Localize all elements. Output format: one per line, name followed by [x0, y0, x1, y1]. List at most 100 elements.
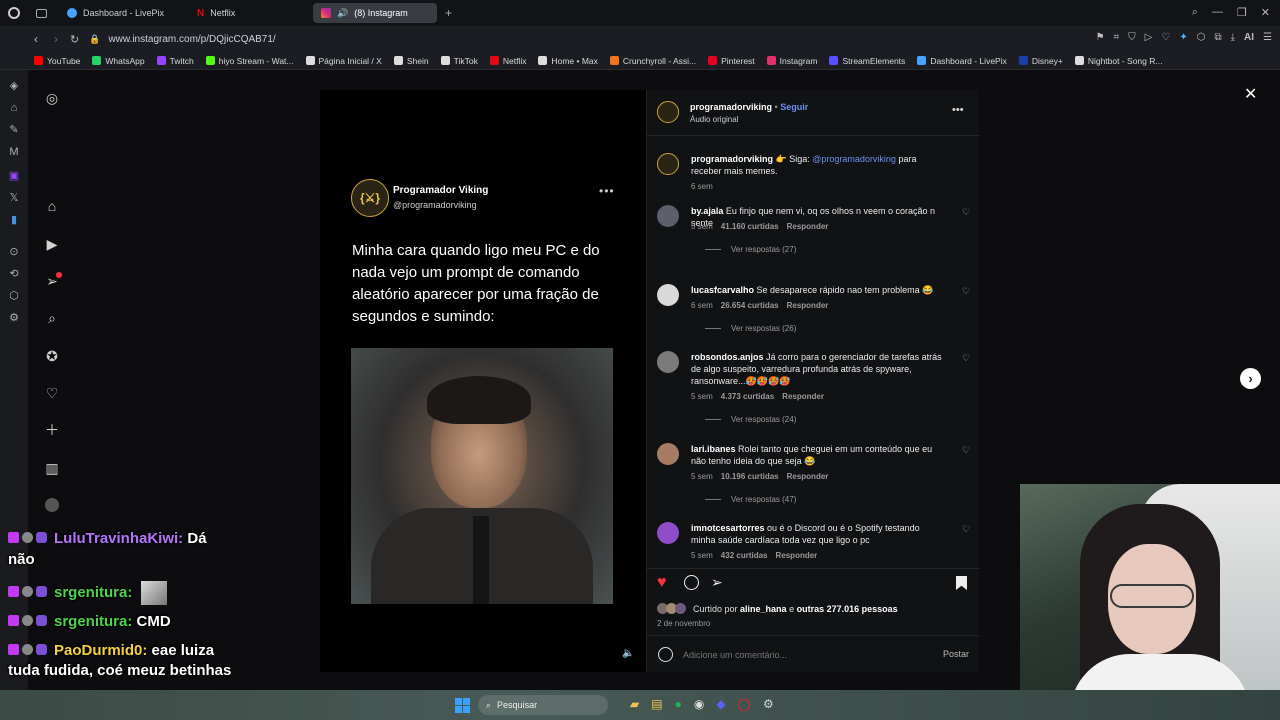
- extensions-sidebar-icon[interactable]: ⬡: [8, 290, 20, 302]
- close-window-icon[interactable]: ✕: [1261, 6, 1270, 19]
- author-avatar[interactable]: [657, 101, 679, 123]
- speaker-icon[interactable]: 🔊: [337, 8, 348, 19]
- save-bookmark-icon[interactable]: [956, 576, 967, 590]
- liked-others-link[interactable]: outras 277.016 pessoas: [797, 604, 898, 614]
- comment-likes[interactable]: 26.654 curtidas: [721, 301, 779, 310]
- comment-reply-button[interactable]: Responder: [787, 472, 829, 481]
- download-icon[interactable]: ⤓: [1231, 32, 1235, 43]
- bookmark-item[interactable]: Netflix: [489, 56, 526, 66]
- twitch-sidebar-icon[interactable]: ▣: [8, 170, 20, 182]
- bookmark-item[interactable]: StreamElements: [829, 56, 905, 66]
- search-icon[interactable]: ⌕: [44, 310, 60, 326]
- tab-instagram[interactable]: 🔊 (8) Instagram: [313, 3, 437, 23]
- next-post-button[interactable]: ›: [1240, 368, 1261, 389]
- comment-username[interactable]: by.ajala: [691, 206, 723, 216]
- player-sidebar-icon[interactable]: ⊙: [8, 246, 20, 258]
- comment-likes[interactable]: 4.373 curtidas: [721, 392, 774, 401]
- blue-app-icon[interactable]: ▮: [8, 214, 20, 226]
- comment-username[interactable]: imnotcesartorres: [691, 523, 765, 533]
- bookmark-item[interactable]: Nightbot - Song R...: [1074, 56, 1162, 66]
- comment-avatar[interactable]: [657, 351, 679, 373]
- caption-mention-link[interactable]: @programadorviking: [812, 154, 896, 164]
- bookmark-item[interactable]: WhatsApp: [92, 56, 145, 66]
- tab-netflix[interactable]: N Netflix: [189, 3, 309, 23]
- follow-button[interactable]: Seguir: [780, 102, 808, 112]
- workspaces-icon[interactable]: [36, 8, 47, 18]
- minimize-icon[interactable]: —: [1212, 6, 1223, 19]
- bookmark-item[interactable]: Dashboard - LivePix: [917, 56, 1007, 66]
- dashboard-icon[interactable]: ▥: [44, 460, 60, 476]
- x-sidebar-icon[interactable]: 𝕏: [8, 192, 20, 204]
- back-icon[interactable]: ‹: [34, 32, 38, 46]
- share-icon[interactable]: ➢: [711, 574, 723, 591]
- view-replies-button[interactable]: Ver respostas (24): [705, 415, 796, 424]
- comment-username[interactable]: lucasfcarvalho: [691, 285, 754, 295]
- url-field[interactable]: www.instagram.com/p/DQjicCQAB71/: [108, 34, 275, 45]
- comment-username[interactable]: robsondos.anjos: [691, 352, 764, 362]
- caption-username[interactable]: programadorviking: [691, 154, 773, 164]
- comment-likes[interactable]: 10.196 curtidas: [721, 472, 779, 481]
- comment-like-icon[interactable]: ♡: [962, 207, 970, 218]
- comment-likes[interactable]: 41.160 curtidas: [721, 222, 779, 231]
- comment-like-icon[interactable]: ♡: [962, 524, 970, 535]
- bookmark-item[interactable]: Home • Max: [538, 56, 598, 66]
- settings-icon[interactable]: ⚙: [8, 312, 20, 324]
- author-username[interactable]: programadorviking: [690, 102, 772, 112]
- bookmark-item[interactable]: Crunchyroll - Assi...: [609, 56, 696, 66]
- comment-reply-button[interactable]: Responder: [787, 301, 829, 310]
- opera-taskbar-icon[interactable]: ◯: [738, 697, 751, 711]
- opera-logo-icon[interactable]: [8, 7, 20, 19]
- history-icon[interactable]: ⟲: [8, 268, 20, 280]
- comment-likes[interactable]: 432 curtidas: [721, 551, 768, 560]
- aria-ai-button[interactable]: AI: [1244, 32, 1254, 43]
- post-comment-button[interactable]: Postar: [943, 649, 969, 659]
- tab-stash-icon[interactable]: ⧉: [1214, 32, 1221, 43]
- audio-label[interactable]: Áudio original: [690, 115, 738, 124]
- player-icon[interactable]: ▷: [1145, 32, 1153, 43]
- view-replies-button[interactable]: Ver respostas (27): [705, 245, 796, 254]
- aria-icon[interactable]: ◈: [8, 80, 20, 92]
- close-post-icon[interactable]: ✕: [1244, 84, 1257, 104]
- post-media[interactable]: {⚔} Programador Viking @programadorvikin…: [320, 90, 646, 672]
- bookmark-item[interactable]: TikTok: [440, 56, 478, 66]
- profile-avatar[interactable]: [45, 498, 59, 512]
- heart-icon[interactable]: ♡: [1161, 32, 1170, 43]
- bookmark-item[interactable]: hiyo Stream - Wat...: [205, 56, 294, 66]
- windows-start-icon[interactable]: [455, 698, 470, 713]
- instagram-logo-icon[interactable]: ◎: [44, 90, 60, 106]
- restore-icon[interactable]: ❐: [1237, 6, 1247, 19]
- bookmark-item[interactable]: Página Inicial / X: [305, 56, 382, 66]
- bookmark-item[interactable]: Shein: [393, 56, 429, 66]
- comment-reply-button[interactable]: Responder: [787, 222, 829, 231]
- comment-reply-button[interactable]: Responder: [782, 392, 824, 401]
- taskbar-search[interactable]: ⌕ Pesquisar: [478, 695, 608, 715]
- new-tab-button[interactable]: +: [445, 3, 452, 23]
- comment-avatar[interactable]: [657, 205, 679, 227]
- caption-avatar[interactable]: [657, 153, 679, 175]
- comment-avatar[interactable]: [657, 522, 679, 544]
- obs-icon[interactable]: ◉: [694, 697, 704, 711]
- notifications-icon[interactable]: ♡: [44, 385, 60, 401]
- view-replies-button[interactable]: Ver respostas (26): [705, 324, 796, 333]
- bookmark-item[interactable]: Disney+: [1018, 56, 1063, 66]
- discord-icon[interactable]: ◆: [716, 697, 725, 711]
- home-icon[interactable]: ⌂: [44, 198, 60, 214]
- comment-like-icon[interactable]: ♡: [962, 445, 970, 456]
- snapshot-icon[interactable]: ⌗: [1114, 32, 1120, 43]
- tab-livepix[interactable]: Dashboard - LivePix: [59, 3, 185, 23]
- like-heart-icon[interactable]: ♥: [657, 574, 667, 592]
- liked-user-link[interactable]: aline_hana: [740, 604, 787, 614]
- comment-avatar[interactable]: [657, 284, 679, 306]
- forward-icon[interactable]: ›: [54, 32, 58, 46]
- reload-icon[interactable]: ↻: [70, 33, 79, 46]
- explore-icon[interactable]: ✪: [44, 348, 60, 364]
- create-icon[interactable]: ＋: [44, 422, 60, 438]
- bookmark-page-icon[interactable]: ⚑: [1096, 32, 1105, 43]
- bookmark-item[interactable]: Instagram: [766, 56, 817, 66]
- view-replies-button[interactable]: Ver respostas (47): [705, 495, 796, 504]
- comment-avatar[interactable]: [657, 443, 679, 465]
- comment-reply-button[interactable]: Responder: [776, 551, 818, 560]
- mute-icon[interactable]: 🔈: [622, 648, 634, 659]
- chat-icon[interactable]: ✎: [8, 124, 20, 136]
- bookmark-item[interactable]: YouTube: [34, 56, 80, 66]
